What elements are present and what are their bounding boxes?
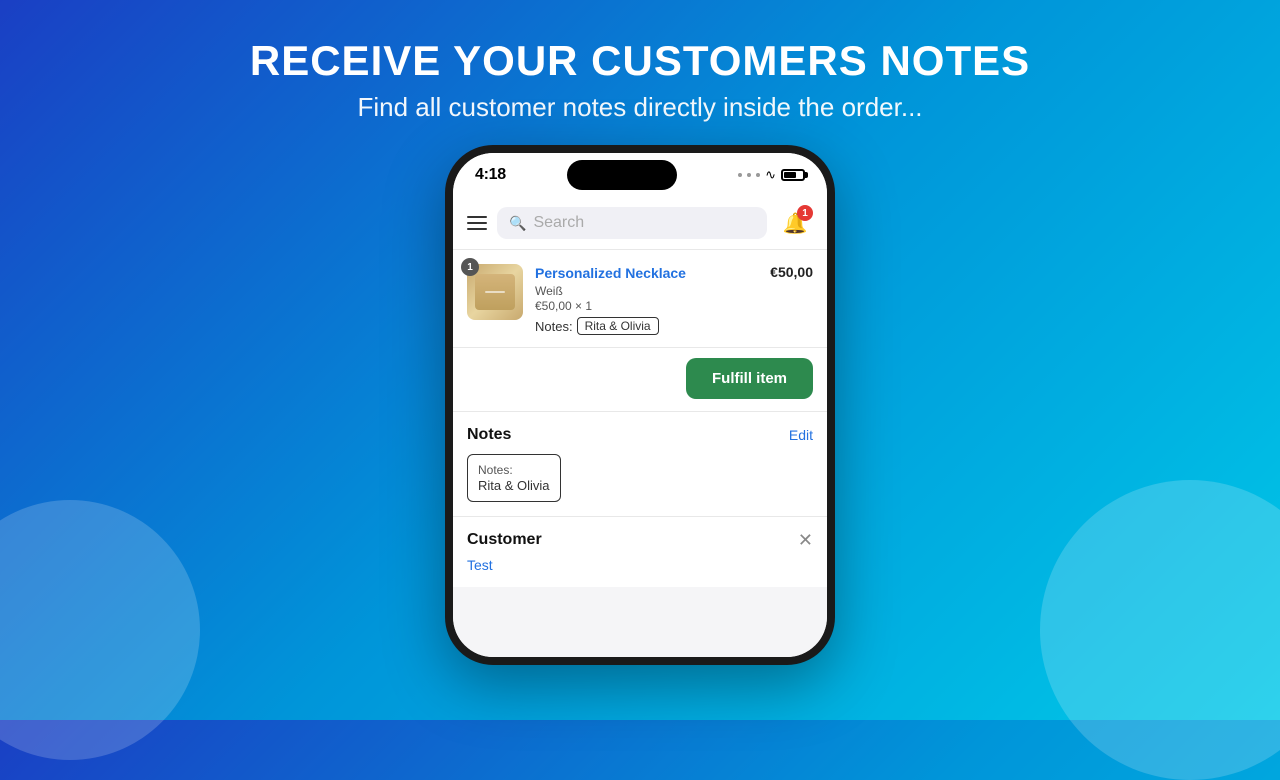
top-nav: 🔍 Search 🔔 1 (453, 197, 827, 250)
battery-fill (784, 172, 796, 178)
main-title: RECEIVE YOUR CUSTOMERS NOTES (250, 38, 1030, 84)
notes-row: Notes: Rita & Olivia (535, 317, 758, 335)
notes-box: Notes: Rita & Olivia (467, 454, 561, 502)
product-variant: Weiß (535, 284, 758, 298)
sub-title: Find all customer notes directly inside … (250, 92, 1030, 123)
status-time: 4:18 (475, 166, 506, 184)
bg-circle-right (1040, 480, 1280, 780)
customer-section-header: Customer ✕ (467, 531, 813, 549)
product-thumb-inner (475, 274, 515, 310)
notes-box-value: Rita & Olivia (478, 478, 550, 493)
customer-section: Customer ✕ Test (453, 517, 827, 587)
customer-section-title: Customer (467, 531, 542, 549)
product-details: Personalized Necklace Weiß €50,00 × 1 No… (535, 264, 758, 335)
fulfill-button[interactable]: Fulfill item (686, 358, 813, 399)
fulfill-row: Fulfill item (453, 348, 827, 412)
notes-box-label: Notes: (478, 463, 550, 477)
battery-icon (781, 169, 805, 181)
signal-dot-1 (738, 173, 742, 177)
notification-badge: 1 (797, 205, 813, 221)
signal-dot-2 (747, 173, 751, 177)
item-notes-label: Notes: (535, 319, 573, 334)
hamburger-icon[interactable] (467, 216, 487, 230)
status-icons: ∿ (738, 167, 805, 183)
hamburger-line-1 (467, 216, 487, 218)
search-placeholder: Search (533, 214, 584, 232)
phone-wrapper: 4:18 ∿ (445, 145, 835, 665)
hamburger-line-3 (467, 228, 487, 230)
status-bar: 4:18 ∿ (453, 153, 827, 197)
header-section: RECEIVE YOUR CUSTOMERS NOTES Find all cu… (250, 0, 1030, 141)
notes-section: Notes Edit Notes: Rita & Olivia (453, 412, 827, 517)
wifi-icon: ∿ (765, 167, 776, 183)
edit-link[interactable]: Edit (789, 427, 813, 443)
close-button[interactable]: ✕ (798, 531, 813, 549)
search-icon: 🔍 (509, 215, 526, 232)
order-item-row: 1 Personalized Necklace Weiß €50,00 × 1 … (467, 264, 813, 335)
item-notes-value: Rita & Olivia (577, 317, 659, 335)
phone: 4:18 ∿ (445, 145, 835, 665)
bg-circle-left (0, 500, 200, 760)
phone-inner: 4:18 ∿ (453, 153, 827, 657)
notification-button[interactable]: 🔔 1 (777, 205, 813, 241)
product-thumb-wrap: 1 (467, 264, 523, 320)
customer-name[interactable]: Test (467, 557, 813, 573)
product-name[interactable]: Personalized Necklace (535, 264, 758, 282)
signal-dot-3 (756, 173, 760, 177)
dynamic-island (567, 160, 677, 190)
order-item-section: 1 Personalized Necklace Weiß €50,00 × 1 … (453, 250, 827, 348)
product-total: €50,00 (770, 264, 813, 280)
search-bar[interactable]: 🔍 Search (497, 207, 767, 239)
notes-section-title: Notes (467, 426, 511, 444)
product-price-row: €50,00 × 1 (535, 299, 758, 313)
hamburger-line-2 (467, 222, 487, 224)
notes-section-header: Notes Edit (467, 426, 813, 444)
